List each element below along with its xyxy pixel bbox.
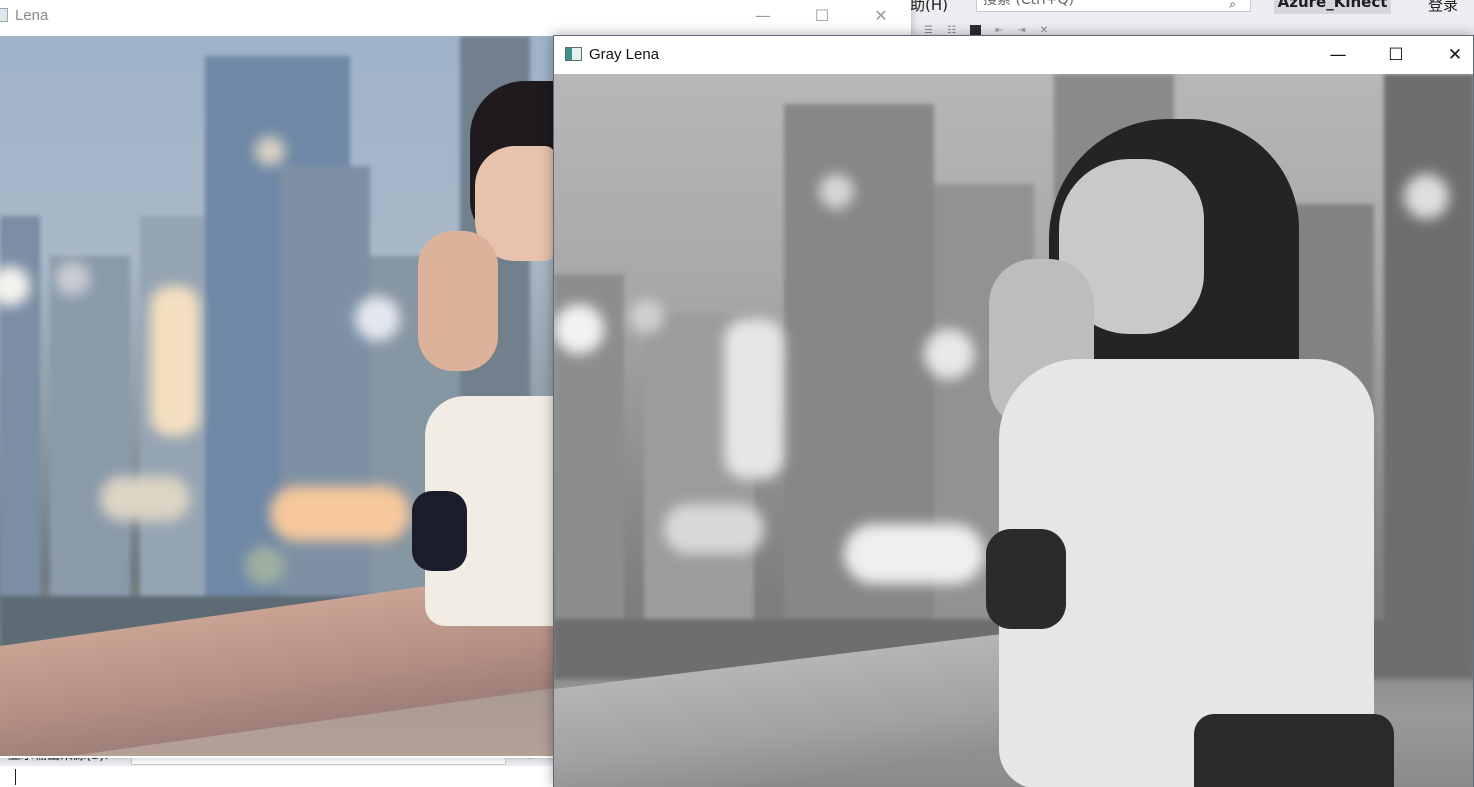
- stop-icon[interactable]: [969, 24, 981, 36]
- search-placeholder: 搜索 (Ctrl+Q): [983, 0, 1075, 8]
- maximize-button[interactable]: ☐: [802, 4, 842, 28]
- close-button[interactable]: ✕: [861, 4, 901, 28]
- gray-lena-image: [554, 74, 1473, 787]
- search-icon: ⌕: [1229, 0, 1236, 11]
- gray-lena-titlebar[interactable]: Gray Lena — ☐ ✕: [554, 36, 1473, 74]
- window-title: Gray Lena: [589, 46, 660, 63]
- login-link[interactable]: 登录: [1428, 0, 1458, 15]
- output-pane[interactable]: [0, 766, 555, 787]
- close-button[interactable]: ✕: [1432, 42, 1474, 68]
- outdent-icon[interactable]: ⇤: [995, 25, 1003, 36]
- menu-help[interactable]: 助(H): [910, 0, 948, 15]
- lena-titlebar[interactable]: Lena — ☐ ✕: [0, 0, 911, 36]
- uncomment-icon[interactable]: ☷: [947, 25, 956, 36]
- desktop: 助(H) 搜索 (Ctrl+Q) ⌕ Azure_Kinect 登录 ☰ ☷ ⇤…: [0, 0, 1474, 787]
- window-title: Lena: [15, 7, 49, 24]
- gray-lena-window[interactable]: Gray Lena — ☐ ✕: [553, 35, 1474, 787]
- minimize-button[interactable]: —: [743, 4, 783, 28]
- window-app-icon: [0, 8, 8, 22]
- comment-icon[interactable]: ☰: [924, 25, 933, 36]
- minimize-button[interactable]: —: [1315, 42, 1361, 68]
- search-input[interactable]: 搜索 (Ctrl+Q) ⌕: [976, 0, 1251, 12]
- project-name-badge[interactable]: Azure_Kinect: [1274, 0, 1391, 14]
- window-app-icon: [565, 47, 582, 61]
- indent-icon[interactable]: ⇥: [1017, 25, 1025, 36]
- clear-icon[interactable]: ✕: [1040, 25, 1048, 36]
- text-caret: [15, 769, 16, 785]
- maximize-button[interactable]: ☐: [1373, 42, 1419, 68]
